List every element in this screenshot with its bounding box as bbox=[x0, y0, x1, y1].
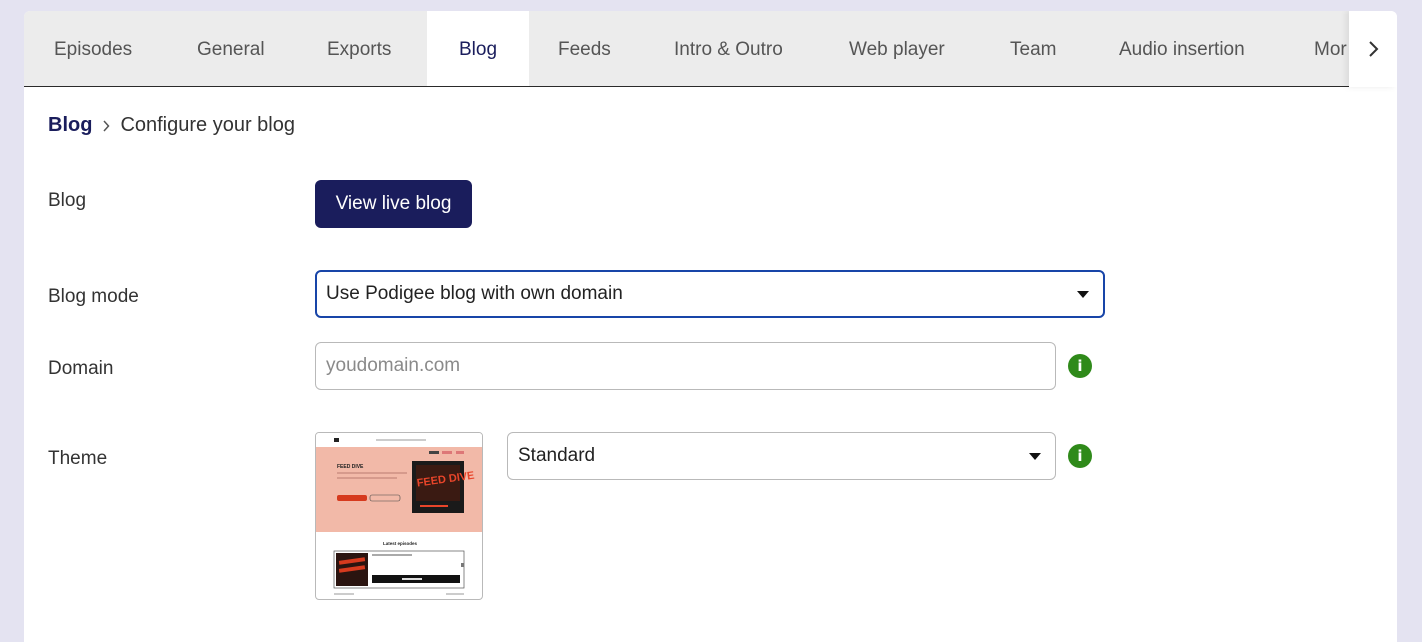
tab-bar: Episodes General Exports Blog Feeds Intr… bbox=[24, 11, 1349, 87]
theme-preview-title: FEED DIVE bbox=[337, 464, 364, 470]
tab-audio-insertion[interactable]: Audio insertion bbox=[1119, 11, 1245, 86]
breadcrumb-blog-link[interactable]: Blog bbox=[48, 114, 92, 137]
theme-preview-thumbnail[interactable]: FEED DIVE FEED DIVE Latest episodes bbox=[315, 432, 483, 600]
breadcrumb: Blog Configure your blog bbox=[48, 114, 295, 137]
tab-web-player[interactable]: Web player bbox=[849, 11, 945, 86]
tab-intro-outro[interactable]: Intro & Outro bbox=[674, 11, 783, 86]
tab-general[interactable]: General bbox=[197, 11, 265, 86]
blog-mode-label: Blog mode bbox=[48, 286, 139, 307]
view-live-blog-button[interactable]: View live blog bbox=[315, 180, 472, 228]
domain-label: Domain bbox=[48, 358, 114, 379]
theme-info-icon[interactable]: i bbox=[1068, 444, 1092, 468]
chevron-right-icon bbox=[102, 119, 110, 132]
tab-feeds[interactable]: Feeds bbox=[558, 11, 611, 86]
tab-scroll-right-button[interactable] bbox=[1349, 11, 1397, 87]
domain-info-icon[interactable]: i bbox=[1068, 354, 1092, 378]
chevron-right-icon bbox=[1369, 41, 1379, 57]
theme-preview-section-title: Latest episodes bbox=[383, 541, 418, 546]
caret-down-icon bbox=[1077, 291, 1089, 298]
settings-card: Episodes General Exports Blog Feeds Intr… bbox=[24, 11, 1397, 642]
tab-team[interactable]: Team bbox=[1010, 11, 1056, 86]
tab-more[interactable]: Mor bbox=[1314, 11, 1347, 86]
blog-mode-value: Use Podigee blog with own domain bbox=[326, 283, 623, 304]
blog-mode-select[interactable]: Use Podigee blog with own domain bbox=[315, 270, 1105, 318]
theme-preview-image: FEED DIVE FEED DIVE Latest episodes bbox=[316, 433, 482, 595]
tab-exports[interactable]: Exports bbox=[327, 11, 391, 86]
tab-episodes[interactable]: Episodes bbox=[54, 11, 132, 86]
tab-blog[interactable]: Blog bbox=[427, 11, 529, 86]
domain-input[interactable] bbox=[315, 342, 1056, 390]
theme-select[interactable]: Standard bbox=[507, 432, 1056, 480]
blog-label: Blog bbox=[48, 190, 87, 211]
theme-value: Standard bbox=[518, 445, 596, 466]
breadcrumb-current: Configure your blog bbox=[120, 114, 295, 136]
caret-down-icon bbox=[1029, 453, 1041, 460]
theme-label: Theme bbox=[48, 448, 108, 469]
